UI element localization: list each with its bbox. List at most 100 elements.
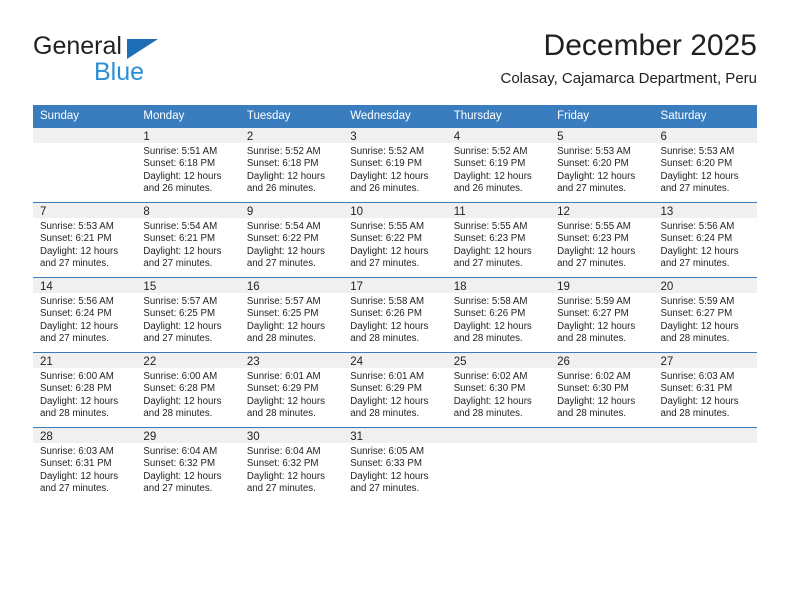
daylight-duration-line2: and 28 minutes. — [246, 408, 316, 420]
daylight-duration-line1: Daylight: 12 hours — [246, 395, 325, 407]
sunrise-time: Sunrise: 6:00 AM — [40, 371, 114, 382]
sunset-time: Sunset: 6:31 PM — [40, 458, 112, 470]
calendar-day-cell[interactable]: 2 Sunrise: 5:52 AM Sunset: 6:18 PM Daylight… — [239, 127, 344, 203]
calendar-day-cell[interactable]: 8 Sunrise: 5:54 AM Sunset: 6:21 PM Daylight… — [136, 202, 240, 278]
calendar-cell-empty — [33, 127, 137, 203]
day-number: 3 — [343, 128, 447, 143]
day-details: Sunrise: 6:05 AM Sunset: 6:33 PM Daylight:… — [343, 443, 446, 496]
calendar-day-cell[interactable]: 12 Sunrise: 5:55 AM Sunset: 6:23 PM Dayligh… — [550, 202, 654, 278]
calendar-day-cell[interactable]: 6 Sunrise: 5:53 AM Sunset: 6:20 PM Daylight… — [653, 127, 757, 203]
sunset-time: Sunset: 6:26 PM — [453, 308, 526, 320]
calendar-day-cell[interactable]: 7 Sunrise: 5:53 AM Sunset: 6:21 PM Daylight… — [33, 202, 137, 278]
daylight-duration-line2: and 28 minutes. — [557, 408, 627, 420]
day-number: 24 — [343, 353, 447, 368]
sunrise-time: Sunrise: 5:52 AM — [453, 146, 528, 157]
calendar-body: 1 Sunrise: 5:51 AM Sunset: 6:18 PM Daylight… — [33, 127, 757, 502]
day-number — [550, 428, 654, 443]
calendar-day-cell[interactable]: 25 Sunrise: 6:02 AM Sunset: 6:30 PM Dayligh… — [446, 352, 551, 428]
daylight-duration-line1: Daylight: 12 hours — [453, 245, 532, 257]
calendar-day-cell[interactable]: 13 Sunrise: 5:56 AM Sunset: 6:24 PM Dayligh… — [653, 202, 757, 278]
page-title: December 2025 — [543, 29, 757, 62]
day-details: Sunrise: 5:55 AM Sunset: 6:22 PM Daylight:… — [343, 218, 446, 271]
calendar-day-cell[interactable]: 17 Sunrise: 5:58 AM Sunset: 6:26 PM Dayligh… — [343, 277, 447, 353]
day-number: 6 — [653, 128, 757, 143]
sunset-time: Sunset: 6:25 PM — [143, 308, 216, 320]
calendar-cell-empty — [653, 427, 757, 502]
day-number: 4 — [446, 128, 551, 143]
calendar-day-cell[interactable]: 10 Sunrise: 5:55 AM Sunset: 6:22 PM Dayligh… — [343, 202, 447, 278]
daylight-duration-line2: and 27 minutes. — [350, 258, 420, 270]
calendar-day-cell[interactable]: 28 Sunrise: 6:03 AM Sunset: 6:31 PM Dayligh… — [33, 427, 137, 502]
day-details: Sunrise: 6:04 AM Sunset: 6:32 PM Daylight:… — [136, 443, 239, 496]
day-details: Sunrise: 5:56 AM Sunset: 6:24 PM Daylight:… — [654, 218, 757, 271]
calendar-day-cell[interactable]: 15 Sunrise: 5:57 AM Sunset: 6:25 PM Dayligh… — [136, 277, 240, 353]
day-number: 25 — [446, 353, 551, 368]
day-number: 23 — [239, 353, 344, 368]
sunrise-time: Sunrise: 6:00 AM — [143, 371, 218, 382]
daylight-duration-line2: and 28 minutes. — [350, 333, 420, 345]
daylight-duration-line1: Daylight: 12 hours — [350, 245, 429, 257]
calendar-day-cell[interactable]: 23 Sunrise: 6:01 AM Sunset: 6:29 PM Dayligh… — [239, 352, 344, 428]
sunrise-time: Sunrise: 5:53 AM — [557, 146, 631, 157]
sunset-time: Sunset: 6:30 PM — [453, 383, 526, 395]
calendar-day-cell[interactable]: 16 Sunrise: 5:57 AM Sunset: 6:25 PM Dayligh… — [239, 277, 344, 353]
calendar-day-cell[interactable]: 3 Sunrise: 5:52 AM Sunset: 6:19 PM Daylight… — [343, 127, 447, 203]
calendar-day-cell[interactable]: 14 Sunrise: 5:56 AM Sunset: 6:24 PM Dayligh… — [33, 277, 137, 353]
calendar-day-cell[interactable]: 21 Sunrise: 6:00 AM Sunset: 6:28 PM Dayligh… — [33, 352, 137, 428]
sunrise-time: Sunrise: 5:55 AM — [453, 221, 528, 232]
day-details: Sunrise: 5:52 AM Sunset: 6:19 PM Daylight:… — [447, 143, 550, 196]
daylight-duration-line2: and 26 minutes. — [453, 183, 523, 195]
sunset-time: Sunset: 6:28 PM — [40, 383, 112, 395]
daylight-duration-line1: Daylight: 12 hours — [40, 320, 119, 332]
day-details: Sunrise: 5:54 AM Sunset: 6:22 PM Daylight:… — [240, 218, 343, 271]
sunrise-time: Sunrise: 5:52 AM — [350, 146, 425, 157]
calendar-day-cell[interactable]: 20 Sunrise: 5:59 AM Sunset: 6:27 PM Dayligh… — [653, 277, 757, 353]
sunset-time: Sunset: 6:20 PM — [557, 158, 629, 170]
daylight-duration-line2: and 28 minutes. — [143, 408, 213, 420]
day-number: 2 — [239, 128, 344, 143]
day-details: Sunrise: 6:02 AM Sunset: 6:30 PM Daylight:… — [447, 368, 550, 421]
calendar-day-cell[interactable]: 29 Sunrise: 6:04 AM Sunset: 6:32 PM Dayligh… — [136, 427, 240, 502]
calendar-day-cell[interactable]: 30 Sunrise: 6:04 AM Sunset: 6:32 PM Dayligh… — [239, 427, 344, 502]
sunset-time: Sunset: 6:27 PM — [557, 308, 629, 320]
sunrise-time: Sunrise: 6:04 AM — [246, 446, 321, 457]
calendar-day-cell[interactable]: 1 Sunrise: 5:51 AM Sunset: 6:18 PM Daylight… — [136, 127, 240, 203]
daylight-duration-line2: and 28 minutes. — [557, 333, 627, 345]
day-number: 15 — [136, 278, 240, 293]
calendar-day-cell[interactable]: 22 Sunrise: 6:00 AM Sunset: 6:28 PM Dayligh… — [136, 352, 240, 428]
daylight-duration-line2: and 28 minutes. — [660, 333, 730, 345]
calendar-day-cell[interactable]: 18 Sunrise: 5:58 AM Sunset: 6:26 PM Dayligh… — [446, 277, 551, 353]
weekday-header-thursday: Thursday — [446, 105, 551, 128]
day-number: 11 — [446, 203, 551, 218]
day-number — [653, 428, 757, 443]
calendar-day-cell[interactable]: 31 Sunrise: 6:05 AM Sunset: 6:33 PM Dayligh… — [343, 427, 447, 502]
daylight-duration-line2: and 27 minutes. — [660, 183, 730, 195]
daylight-duration-line2: and 26 minutes. — [350, 183, 420, 195]
calendar-week-row: 21 Sunrise: 6:00 AM Sunset: 6:28 PM Dayligh… — [33, 352, 757, 428]
calendar-day-cell[interactable]: 5 Sunrise: 5:53 AM Sunset: 6:20 PM Daylight… — [550, 127, 654, 203]
daylight-duration-line1: Daylight: 12 hours — [557, 320, 636, 332]
sunrise-time: Sunrise: 6:01 AM — [350, 371, 425, 382]
logo-triangle-icon — [127, 39, 158, 59]
day-number: 30 — [239, 428, 344, 443]
title-block: December 2025 Colasay, Cajamarca Departm… — [501, 28, 758, 88]
sunset-time: Sunset: 6:21 PM — [143, 233, 216, 245]
sunset-time: Sunset: 6:25 PM — [246, 308, 319, 320]
general-blue-logo: General Blue — [33, 32, 233, 90]
daylight-duration-line2: and 27 minutes. — [557, 183, 627, 195]
calendar-day-cell[interactable]: 4 Sunrise: 5:52 AM Sunset: 6:19 PM Daylight… — [446, 127, 551, 203]
calendar-day-cell[interactable]: 26 Sunrise: 6:02 AM Sunset: 6:30 PM Dayligh… — [550, 352, 654, 428]
daylight-duration-line2: and 27 minutes. — [40, 483, 109, 495]
calendar-day-cell[interactable]: 27 Sunrise: 6:03 AM Sunset: 6:31 PM Dayligh… — [653, 352, 757, 428]
day-number: 5 — [550, 128, 654, 143]
weekday-header-sunday: Sunday — [33, 105, 137, 128]
daylight-duration-line2: and 27 minutes. — [143, 483, 213, 495]
calendar-day-cell[interactable]: 9 Sunrise: 5:54 AM Sunset: 6:22 PM Daylight… — [239, 202, 344, 278]
daylight-duration-line1: Daylight: 12 hours — [557, 395, 636, 407]
calendar-day-cell[interactable]: 11 Sunrise: 5:55 AM Sunset: 6:23 PM Dayligh… — [446, 202, 551, 278]
calendar-day-cell[interactable]: 19 Sunrise: 5:59 AM Sunset: 6:27 PM Dayligh… — [550, 277, 654, 353]
calendar-day-cell[interactable]: 24 Sunrise: 6:01 AM Sunset: 6:29 PM Dayligh… — [343, 352, 447, 428]
daylight-duration-line1: Daylight: 12 hours — [143, 395, 222, 407]
sunrise-time: Sunrise: 5:57 AM — [143, 296, 218, 307]
sunset-time: Sunset: 6:33 PM — [350, 458, 422, 470]
